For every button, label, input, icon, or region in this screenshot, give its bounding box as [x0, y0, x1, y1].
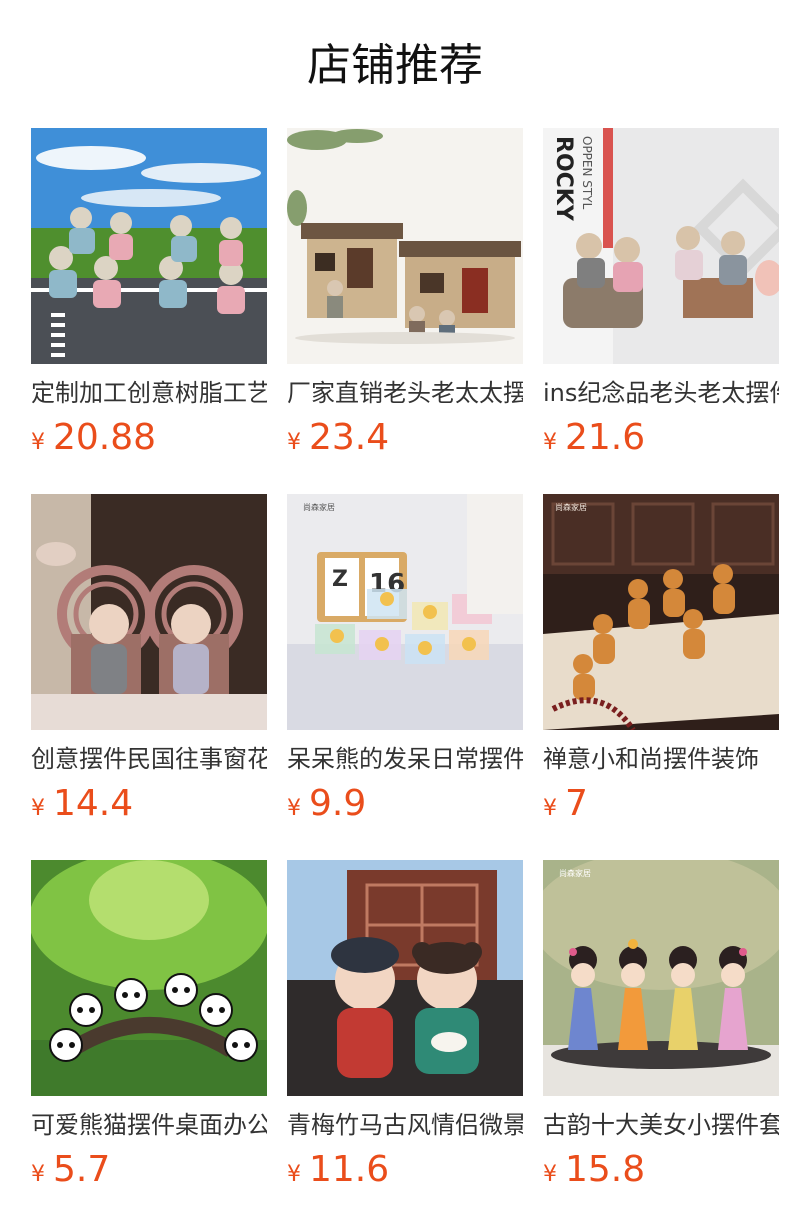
product-card[interactable]: 尚森家居 禅意小和尚摆件装饰 ¥7: [543, 494, 779, 824]
product-image[interactable]: [31, 494, 267, 730]
currency-symbol: ¥: [287, 430, 301, 455]
price-row: ¥21.6: [543, 418, 779, 458]
price-row: ¥23.4: [287, 418, 523, 458]
product-card[interactable]: ROCKY OPPEN STYL ins纪念品老头老太摆件 ¥21.6: [543, 128, 779, 458]
product-name[interactable]: 呆呆熊的发呆日常摆件: [287, 744, 523, 774]
currency-symbol: ¥: [287, 1162, 301, 1187]
product-image[interactable]: 尚森家居 Z 16: [287, 494, 523, 730]
price-row: ¥15.8: [543, 1150, 779, 1190]
product-card[interactable]: 厂家直销老头老太太摆件 ¥23.4: [287, 128, 523, 458]
product-name[interactable]: ins纪念品老头老太摆件: [543, 378, 779, 408]
product-image[interactable]: 尚森家居: [543, 860, 779, 1096]
price-row: ¥20.88: [31, 418, 267, 458]
product-price: 15.8: [565, 1149, 646, 1190]
price-row: ¥14.4: [31, 784, 267, 824]
product-image[interactable]: [31, 128, 267, 364]
product-name[interactable]: 禅意小和尚摆件装饰: [543, 744, 779, 774]
svg-text:ROCKY: ROCKY: [551, 136, 576, 222]
currency-symbol: ¥: [543, 1162, 557, 1187]
page-title: 店铺推荐: [307, 40, 483, 91]
product-image[interactable]: 尚森家居: [543, 494, 779, 730]
brand-watermark-text: 尚森家居: [555, 502, 587, 512]
product-card[interactable]: 青梅竹马古风情侣微景 ¥11.6: [287, 860, 523, 1190]
product-card[interactable]: 尚森家居 Z 16 呆呆熊的发呆日常摆件 ¥ 9.9: [287, 494, 523, 824]
price-row: ¥7: [543, 784, 779, 824]
currency-symbol: ¥: [31, 1162, 45, 1187]
currency-symbol: ¥: [287, 796, 301, 821]
product-card[interactable]: 可爱熊猫摆件桌面办公 ¥5.7: [31, 860, 267, 1190]
currency-symbol: ¥: [31, 430, 45, 455]
product-image[interactable]: ROCKY OPPEN STYL: [543, 128, 779, 364]
product-price: 21.6: [565, 417, 646, 458]
product-price: 9.9: [309, 783, 367, 824]
currency-symbol: ¥: [31, 796, 45, 821]
product-name[interactable]: 厂家直销老头老太太摆件: [287, 378, 523, 408]
product-image[interactable]: [287, 860, 523, 1096]
product-card[interactable]: 定制加工创意树脂工艺品 ¥20.88: [31, 128, 267, 458]
product-name[interactable]: 古韵十大美女小摆件套装: [543, 1110, 779, 1140]
price-row: ¥5.7: [31, 1150, 267, 1190]
product-name[interactable]: 创意摆件民国往事窗花: [31, 744, 267, 774]
product-price: 14.4: [53, 783, 134, 824]
brand-watermark-text: 尚森家居: [303, 502, 335, 512]
product-price: 5.7: [53, 1149, 111, 1190]
product-name[interactable]: 可爱熊猫摆件桌面办公: [31, 1110, 267, 1140]
product-price: 23.4: [309, 417, 390, 458]
product-card[interactable]: 尚森家居 古韵十大美女小摆件套装 ¥15.8: [543, 860, 779, 1190]
product-price: 11.6: [309, 1149, 390, 1190]
svg-text:OPPEN STYL: OPPEN STYL: [580, 136, 594, 210]
product-image[interactable]: [287, 128, 523, 364]
price-row: ¥9.9: [287, 784, 523, 824]
product-image[interactable]: [31, 860, 267, 1096]
product-price: 20.88: [53, 417, 157, 458]
product-name[interactable]: 青梅竹马古风情侣微景: [287, 1110, 523, 1140]
price-row: ¥11.6: [287, 1150, 523, 1190]
svg-text:Z: Z: [332, 567, 348, 592]
product-price: 7: [565, 783, 588, 824]
currency-symbol: ¥: [543, 796, 557, 821]
product-card[interactable]: 创意摆件民国往事窗花 ¥14.4: [31, 494, 267, 824]
brand-watermark-text: 尚森家居: [559, 868, 591, 878]
product-name[interactable]: 定制加工创意树脂工艺品: [31, 378, 267, 408]
currency-symbol: ¥: [543, 430, 557, 455]
product-grid: 定制加工创意树脂工艺品 ¥20.88: [31, 128, 790, 1190]
